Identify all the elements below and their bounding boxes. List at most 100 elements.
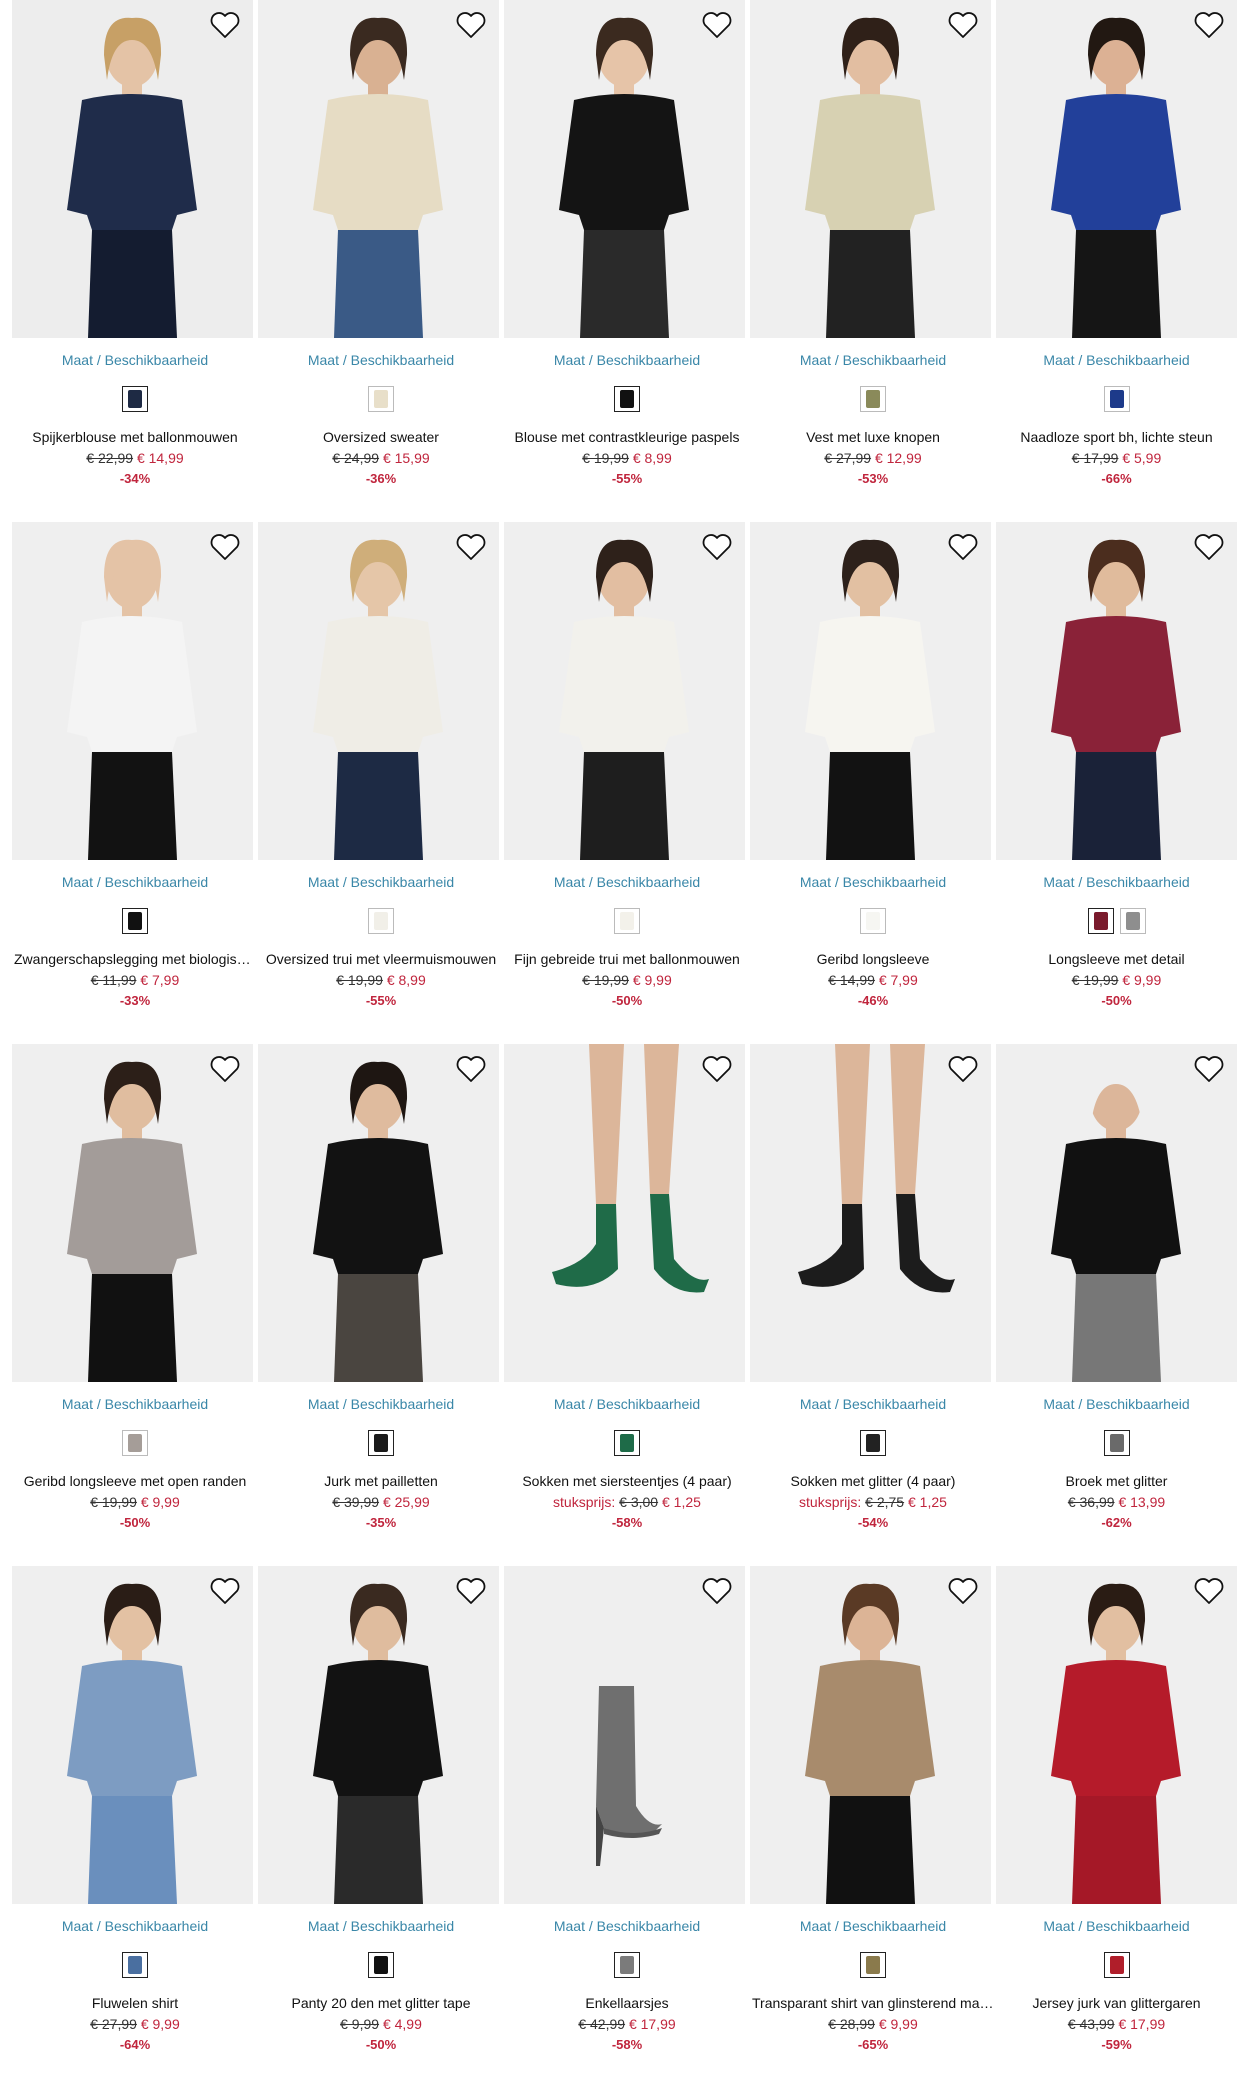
product-card[interactable]: Maat / Beschikbaarheid Jersey jurk van g…: [996, 1566, 1237, 2088]
heart-icon[interactable]: [209, 532, 241, 562]
product-card[interactable]: Maat / Beschikbaarheid Spijkerblouse met…: [12, 0, 258, 522]
product-image[interactable]: [750, 1566, 991, 1904]
product-name[interactable]: Panty 20 den met glitter tape: [258, 1994, 504, 2012]
product-photo[interactable]: [750, 1566, 991, 1904]
size-availability-link[interactable]: Maat / Beschikbaarheid: [258, 351, 504, 369]
product-name[interactable]: Zwangerschapslegging met biologisch kato…: [12, 950, 258, 968]
product-image[interactable]: [750, 0, 991, 338]
product-image[interactable]: [12, 1044, 253, 1382]
heart-icon[interactable]: [701, 1576, 733, 1606]
heart-icon[interactable]: [455, 532, 487, 562]
product-name[interactable]: Broek met glitter: [996, 1472, 1237, 1490]
size-availability-link[interactable]: Maat / Beschikbaarheid: [996, 1917, 1237, 1935]
product-name[interactable]: Transparant shirt van glinsterend materi…: [750, 1994, 996, 2012]
product-photo[interactable]: [12, 522, 253, 860]
heart-icon[interactable]: [701, 10, 733, 40]
product-image[interactable]: [12, 1566, 253, 1904]
product-name[interactable]: Sokken met glitter (4 paar): [750, 1472, 996, 1490]
size-availability-link[interactable]: Maat / Beschikbaarheid: [996, 1395, 1237, 1413]
color-swatch[interactable]: [1103, 1952, 1130, 1978]
heart-icon[interactable]: [701, 532, 733, 562]
product-photo[interactable]: [12, 1044, 253, 1382]
size-availability-link[interactable]: Maat / Beschikbaarheid: [12, 873, 258, 891]
product-card[interactable]: Maat / Beschikbaarheid Broek met glitter…: [996, 1044, 1237, 1566]
product-image[interactable]: [750, 1044, 991, 1382]
color-swatch[interactable]: [1103, 1430, 1130, 1456]
heart-icon[interactable]: [701, 1054, 733, 1084]
size-availability-link[interactable]: Maat / Beschikbaarheid: [996, 351, 1237, 369]
size-availability-link[interactable]: Maat / Beschikbaarheid: [504, 351, 750, 369]
product-photo[interactable]: [504, 1566, 745, 1904]
product-photo[interactable]: [750, 0, 991, 338]
product-card[interactable]: Maat / Beschikbaarheid Fijn gebreide tru…: [504, 522, 750, 1044]
size-availability-link[interactable]: Maat / Beschikbaarheid: [12, 1917, 258, 1935]
size-availability-link[interactable]: Maat / Beschikbaarheid: [750, 351, 996, 369]
color-swatch[interactable]: [614, 1430, 640, 1456]
product-name[interactable]: Geribd longsleeve met open randen: [12, 1472, 258, 1490]
product-name[interactable]: Oversized trui met vleermuismouwen: [258, 950, 504, 968]
product-photo[interactable]: [258, 1566, 499, 1904]
color-swatch[interactable]: [614, 386, 640, 412]
product-card[interactable]: Maat / Beschikbaarheid Geribd longsleeve…: [12, 1044, 258, 1566]
product-card[interactable]: Maat / Beschikbaarheid Blouse met contra…: [504, 0, 750, 522]
size-availability-link[interactable]: Maat / Beschikbaarheid: [258, 873, 504, 891]
product-card[interactable]: Maat / Beschikbaarheid Sokken met glitte…: [750, 1044, 996, 1566]
size-availability-link[interactable]: Maat / Beschikbaarheid: [504, 1395, 750, 1413]
size-availability-link[interactable]: Maat / Beschikbaarheid: [12, 1395, 258, 1413]
product-photo[interactable]: [258, 1044, 499, 1382]
heart-icon[interactable]: [455, 10, 487, 40]
product-photo[interactable]: [504, 522, 745, 860]
size-availability-link[interactable]: Maat / Beschikbaarheid: [258, 1917, 504, 1935]
color-swatch[interactable]: [122, 386, 148, 412]
color-swatch[interactable]: [1087, 908, 1114, 934]
color-swatch[interactable]: [368, 908, 394, 934]
color-swatch[interactable]: [1103, 386, 1130, 412]
heart-icon[interactable]: [1193, 1576, 1225, 1606]
color-swatch[interactable]: [860, 1430, 886, 1456]
product-photo[interactable]: [258, 522, 499, 860]
product-name[interactable]: Jersey jurk van glittergaren: [996, 1994, 1237, 2012]
heart-icon[interactable]: [209, 1576, 241, 1606]
heart-icon[interactable]: [947, 1576, 979, 1606]
product-image[interactable]: [504, 522, 745, 860]
size-availability-link[interactable]: Maat / Beschikbaarheid: [750, 1917, 996, 1935]
heart-icon[interactable]: [455, 1576, 487, 1606]
color-swatch[interactable]: [122, 908, 148, 934]
product-name[interactable]: Blouse met contrastkleurige paspels: [504, 428, 750, 446]
product-image[interactable]: [504, 0, 745, 338]
product-photo[interactable]: [12, 0, 253, 338]
product-card[interactable]: Maat / Beschikbaarheid Oversized sweater…: [258, 0, 504, 522]
product-name[interactable]: Enkellaarsjes: [504, 1994, 750, 2012]
product-photo[interactable]: [750, 522, 991, 860]
color-swatch[interactable]: [614, 908, 640, 934]
product-image[interactable]: [12, 522, 253, 860]
heart-icon[interactable]: [209, 1054, 241, 1084]
heart-icon[interactable]: [947, 532, 979, 562]
color-swatch[interactable]: [122, 1952, 148, 1978]
size-availability-link[interactable]: Maat / Beschikbaarheid: [504, 1917, 750, 1935]
heart-icon[interactable]: [1193, 532, 1225, 562]
product-card[interactable]: Maat / Beschikbaarheid Fluwelen shirt € …: [12, 1566, 258, 2088]
product-card[interactable]: Maat / Beschikbaarheid Zwangerschapslegg…: [12, 522, 258, 1044]
color-swatch[interactable]: [860, 908, 886, 934]
product-card[interactable]: Maat / Beschikbaarheid Jurk met paillett…: [258, 1044, 504, 1566]
product-photo[interactable]: [504, 1044, 745, 1382]
product-card[interactable]: Maat / Beschikbaarheid Vest met luxe kno…: [750, 0, 996, 522]
product-name[interactable]: Fluwelen shirt: [12, 1994, 258, 2012]
product-image[interactable]: [996, 522, 1237, 860]
product-photo[interactable]: [996, 1566, 1237, 1904]
color-swatch[interactable]: [122, 1430, 148, 1456]
product-image[interactable]: [12, 0, 253, 338]
color-swatch[interactable]: [860, 386, 886, 412]
product-card[interactable]: Maat / Beschikbaarheid Sokken met sierst…: [504, 1044, 750, 1566]
heart-icon[interactable]: [209, 10, 241, 40]
product-name[interactable]: Naadloze sport bh, lichte steun: [996, 428, 1237, 446]
product-image[interactable]: [750, 522, 991, 860]
product-card[interactable]: Maat / Beschikbaarheid Longsleeve met de…: [996, 522, 1237, 1044]
product-image[interactable]: [258, 0, 499, 338]
product-card[interactable]: Maat / Beschikbaarheid Enkellaarsjes € 4…: [504, 1566, 750, 2088]
product-card[interactable]: Maat / Beschikbaarheid Transparant shirt…: [750, 1566, 996, 2088]
color-swatch[interactable]: [860, 1952, 886, 1978]
color-swatch[interactable]: [368, 386, 394, 412]
product-image[interactable]: [258, 522, 499, 860]
